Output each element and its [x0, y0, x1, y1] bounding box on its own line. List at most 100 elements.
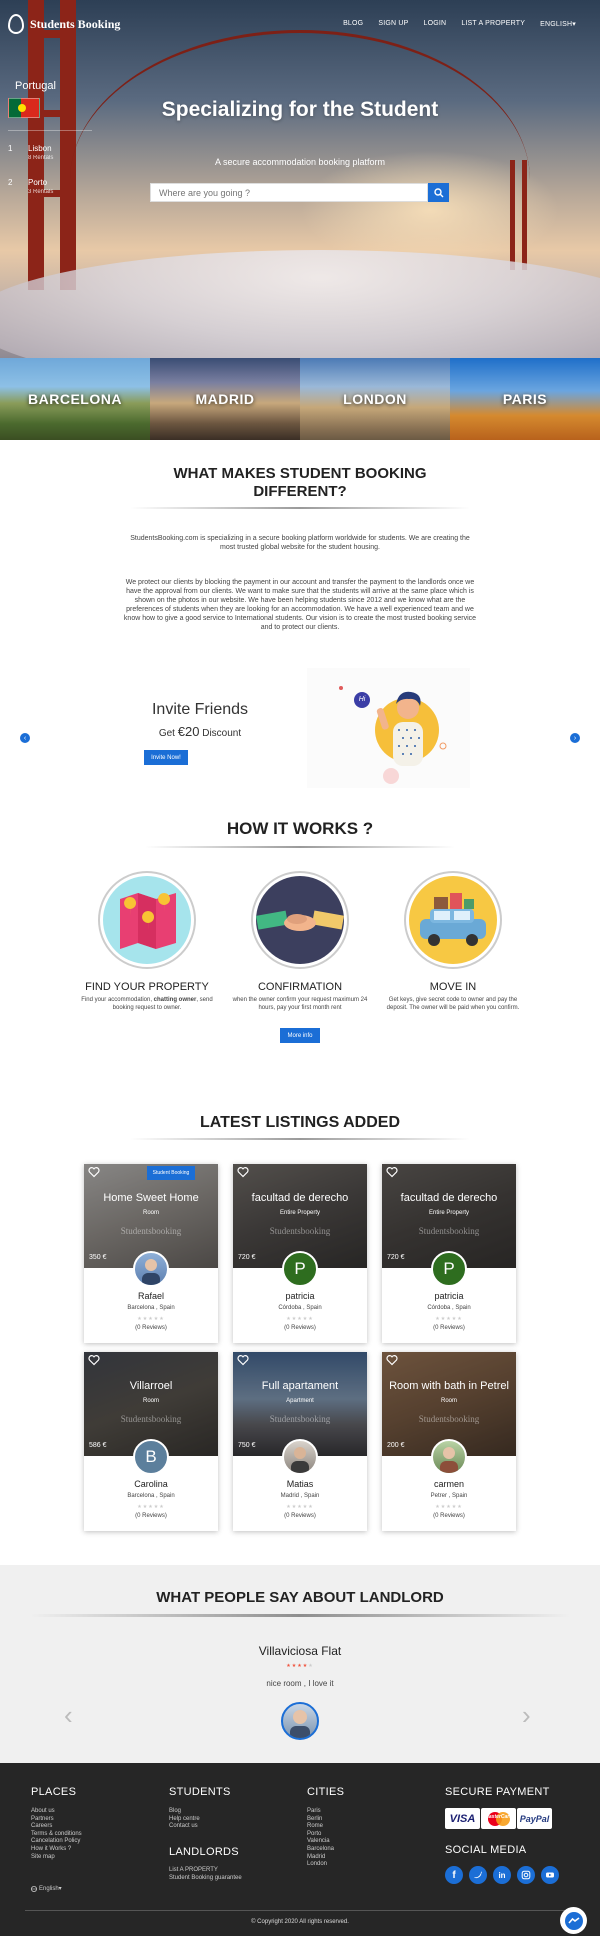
review-count: (0 Reviews)	[284, 1325, 316, 1331]
footer-link-site-map[interactable]: Site map	[31, 1854, 82, 1862]
footer-link-guarantee[interactable]: Student Booking guarantee	[169, 1875, 242, 1883]
owner-avatar	[431, 1439, 467, 1475]
city-name: Lisbon	[28, 144, 52, 153]
search-button[interactable]	[428, 183, 449, 202]
carousel-next-button[interactable]: ›	[570, 733, 580, 743]
city-tile-london[interactable]: LONDON	[300, 358, 450, 440]
review-count: (0 Reviews)	[284, 1513, 316, 1519]
footer-city-london[interactable]: London	[307, 1861, 334, 1869]
testimonials-section: WHAT PEOPLE SAY ABOUT LANDLORD Villavici…	[0, 1565, 600, 1763]
footer-link-terms[interactable]: Terms & conditions	[31, 1831, 82, 1839]
owner-avatar	[282, 1439, 318, 1475]
city-item-porto[interactable]: 2 Porto 3 Rentals	[0, 178, 80, 206]
nav-login[interactable]: LOGIN	[424, 20, 447, 28]
footer-link-help[interactable]: Help centre	[169, 1816, 200, 1824]
messenger-chat-button[interactable]	[560, 1907, 587, 1934]
step-text: Get keys, give secret code to owner and …	[386, 997, 520, 1011]
listing-watermark: Studentsbooking	[418, 1226, 480, 1236]
city-strip: BARCELONA MADRID LONDON PARIS	[0, 358, 600, 440]
footer-link-how-it-works[interactable]: How it Works ?	[31, 1846, 82, 1854]
footer-city-paris[interactable]: Paris	[307, 1808, 334, 1816]
footer-link-list-property[interactable]: List A PROPERTY	[169, 1867, 242, 1875]
listing-card[interactable]: facultad de derecho Entire Property Stud…	[382, 1164, 516, 1343]
listing-watermark: Studentsbooking	[269, 1414, 331, 1424]
footer-students-links: Blog Help centre Contact us	[169, 1808, 200, 1831]
listing-watermark: Studentsbooking	[418, 1414, 480, 1424]
city-tile-madrid[interactable]: MADRID	[150, 358, 300, 440]
favorite-heart-icon[interactable]	[386, 1166, 398, 1178]
listing-card[interactable]: Full apartament Apartment Studentsbookin…	[233, 1352, 367, 1531]
testimonial-prev-arrow-icon[interactable]: ‹	[64, 1702, 73, 1728]
listing-card[interactable]: Villarroel Room Studentsbooking 586 € B …	[84, 1352, 218, 1531]
more-info-button[interactable]: More info	[280, 1028, 320, 1043]
footer-city-berlin[interactable]: Berlin	[307, 1816, 334, 1824]
nav-sign-up[interactable]: SIGN UP	[378, 20, 408, 28]
step-text: Find your accommodation, chatting owner,…	[77, 996, 217, 1012]
nav-list-property[interactable]: LIST A PROPERTY	[461, 20, 525, 28]
testimonials-title: WHAT PEOPLE SAY ABOUT LANDLORD	[156, 1589, 444, 1606]
facebook-glyph: f	[452, 1869, 456, 1881]
favorite-heart-icon[interactable]	[88, 1354, 100, 1366]
city-rental-count: 8 Rentals	[28, 155, 54, 161]
favorite-heart-icon[interactable]	[237, 1166, 249, 1178]
listing-card[interactable]: Student Booking Home Sweet Home Room Stu…	[84, 1164, 218, 1343]
city-tile-label: MADRID	[195, 391, 255, 407]
footer-link-blog[interactable]: Blog	[169, 1808, 200, 1816]
owner-avatar	[133, 1251, 169, 1287]
listing-title: facultad de derecho	[400, 1192, 498, 1204]
nav-blog[interactable]: BLOG	[343, 20, 363, 28]
city-item-lisbon[interactable]: 1 Lisbon 8 Rentals	[0, 144, 80, 172]
footer-link-partners[interactable]: Partners	[31, 1816, 82, 1824]
footer-language-selector[interactable]: English▾	[31, 1885, 62, 1892]
footer-city-valencia[interactable]: Valencia	[307, 1838, 334, 1846]
review-count: (0 Reviews)	[433, 1513, 465, 1519]
twitter-icon[interactable]	[469, 1866, 487, 1884]
carousel-prev-button[interactable]: ‹	[20, 733, 30, 743]
nav-language-dropdown[interactable]: ENGLISH▾	[540, 20, 576, 28]
youtube-icon[interactable]	[541, 1866, 559, 1884]
footer-link-about[interactable]: About us	[31, 1808, 82, 1816]
owner-name: Rafael	[137, 1291, 164, 1301]
search-icon	[433, 187, 443, 197]
owner-name: patricia	[285, 1291, 315, 1301]
listing-title: Villarroel	[129, 1380, 173, 1392]
owner-name: Carolina	[134, 1479, 168, 1489]
invite-now-button[interactable]: Invite Now!	[144, 750, 188, 765]
owner-name: Matias	[286, 1479, 314, 1489]
linkedin-icon[interactable]: in	[493, 1866, 511, 1884]
footer-city-rome[interactable]: Rome	[307, 1823, 334, 1831]
listing-watermark: Studentsbooking	[120, 1226, 182, 1236]
footer-landlords-links: List A PROPERTY Student Booking guarante…	[169, 1867, 242, 1882]
different-divider	[130, 507, 470, 509]
invite-illustration: Hi	[307, 668, 470, 788]
brand-logo[interactable]: Students Booking	[8, 14, 120, 34]
footer-city-madrid[interactable]: Madrid	[307, 1854, 334, 1862]
listing-type: Entire Property	[279, 1210, 321, 1216]
country-panel-divider	[8, 130, 92, 131]
invite-subtitle: Get €20 Discount	[100, 724, 300, 739]
footer-cities-title: CITIES	[307, 1786, 345, 1798]
favorite-heart-icon[interactable]	[88, 1166, 100, 1178]
facebook-icon[interactable]: f	[445, 1866, 463, 1884]
footer-link-contact[interactable]: Contact us	[169, 1823, 200, 1831]
step-title: FIND YOUR PROPERTY	[85, 981, 209, 993]
listing-card[interactable]: facultad de derecho Entire Property Stud…	[233, 1164, 367, 1343]
listing-type: Room	[142, 1210, 159, 1216]
instagram-icon[interactable]	[517, 1866, 535, 1884]
hero-subtitle: A secure accommodation booking platform	[214, 157, 386, 167]
footer-city-porto[interactable]: Porto	[307, 1831, 334, 1839]
listing-card[interactable]: Room with bath in Petrel Room Studentsbo…	[382, 1352, 516, 1531]
city-tile-barcelona[interactable]: BARCELONA	[0, 358, 150, 440]
footer-link-cancelation[interactable]: Cancelation Policy	[31, 1838, 82, 1846]
testimonial-next-arrow-icon[interactable]: ›	[522, 1702, 531, 1728]
footer-link-careers[interactable]: Careers	[31, 1823, 82, 1831]
country-name: Portugal	[15, 80, 56, 92]
city-tile-paris[interactable]: PARIS	[450, 358, 600, 440]
favorite-heart-icon[interactable]	[237, 1354, 249, 1366]
listing-type: Apartment	[286, 1398, 314, 1404]
footer-city-barcelona[interactable]: Barcelona	[307, 1846, 334, 1854]
instagram-glyph	[521, 1870, 531, 1880]
favorite-heart-icon[interactable]	[386, 1354, 398, 1366]
listing-price: 350 €	[89, 1254, 107, 1261]
search-input[interactable]	[150, 183, 428, 202]
